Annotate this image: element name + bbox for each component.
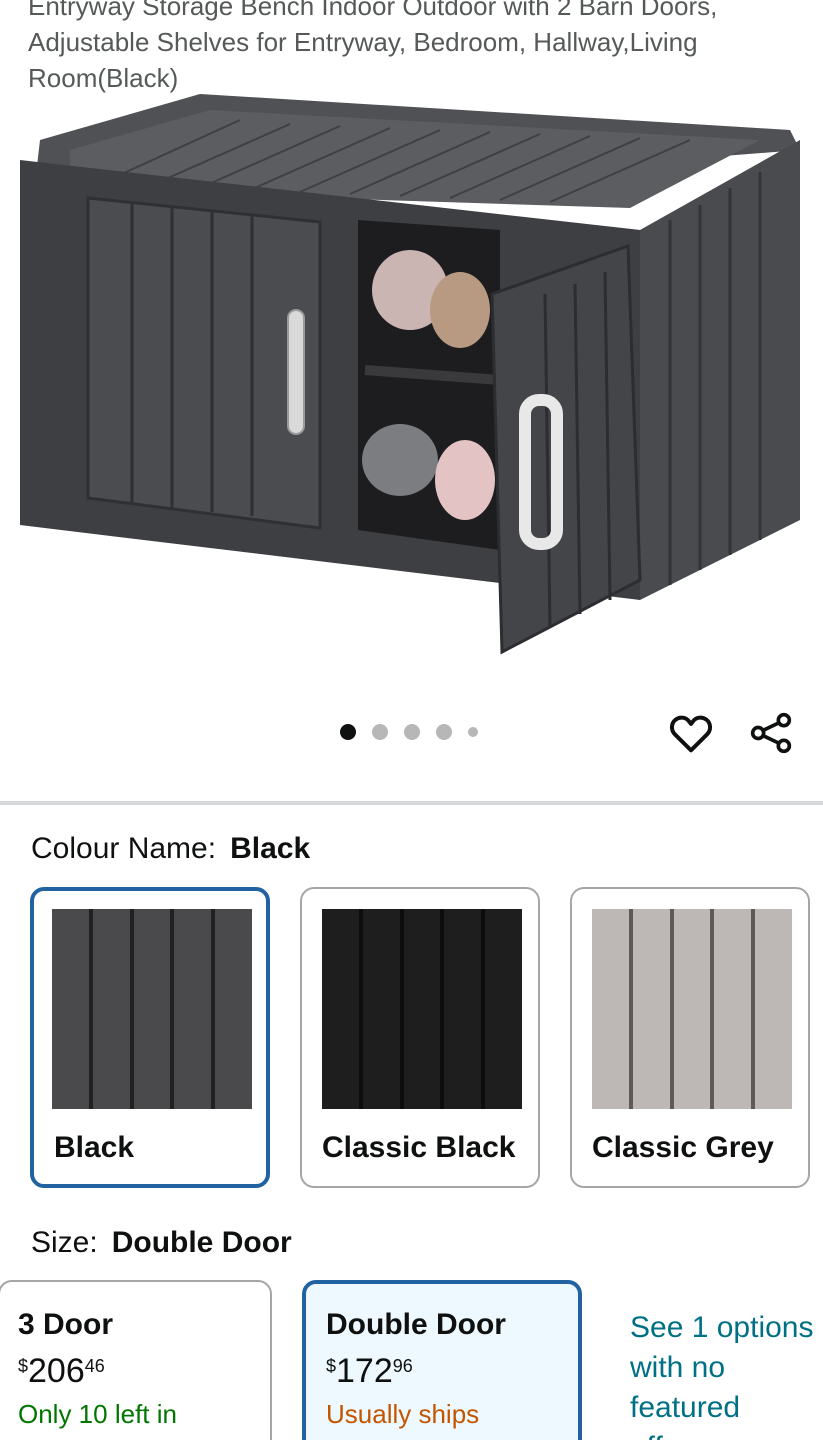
- carousel-dot[interactable]: [468, 727, 478, 737]
- price-symbol: $: [18, 1356, 29, 1376]
- size-option-price: $172 96: [326, 1352, 558, 1391]
- price-whole: 172: [336, 1352, 393, 1390]
- price-whole: 206: [28, 1352, 85, 1390]
- share-icon[interactable]: [744, 706, 798, 760]
- product-image[interactable]: [0, 80, 823, 680]
- image-carousel-indicator[interactable]: [340, 724, 478, 740]
- colour-label-text: Colour Name:: [31, 832, 217, 865]
- size-option-price: $206 46: [18, 1352, 256, 1391]
- swatch-label: Black: [54, 1131, 135, 1164]
- size-option-availability: Usually ships: [326, 1399, 480, 1429]
- size-label: Size: Double Door: [31, 1226, 292, 1260]
- colour-swatch-classic-grey[interactable]: Classic Grey: [570, 887, 810, 1188]
- size-option-name: Double Door: [326, 1308, 506, 1341]
- swatch-label: Classic Grey: [592, 1131, 774, 1164]
- swatch-label: Classic Black: [322, 1131, 516, 1164]
- swatch-image-classic-grey: [592, 909, 792, 1109]
- size-option-availability: Only 10 left in: [18, 1399, 177, 1429]
- carousel-dot-active[interactable]: [340, 724, 356, 740]
- price-fraction: 46: [84, 1356, 105, 1376]
- heart-icon[interactable]: [664, 706, 718, 760]
- size-selected-value: Double Door: [111, 1226, 292, 1259]
- price-symbol: $: [326, 1356, 337, 1376]
- swatch-image-black: [52, 909, 252, 1109]
- colour-selected-value: Black: [230, 832, 311, 865]
- carousel-dot[interactable]: [404, 724, 420, 740]
- price-fraction: 96: [392, 1356, 413, 1376]
- size-option-double-door[interactable]: Double Door $172 96 Usually ships: [302, 1280, 582, 1440]
- swatch-image-classic-black: [322, 909, 522, 1109]
- section-divider: [0, 801, 823, 805]
- carousel-dot[interactable]: [436, 724, 452, 740]
- colour-swatch-black[interactable]: Black: [30, 887, 270, 1188]
- colour-swatch-classic-black[interactable]: Classic Black: [300, 887, 540, 1188]
- size-label-text: Size:: [31, 1226, 98, 1259]
- colour-name-label: Colour Name: Black: [31, 832, 310, 866]
- size-option-name: 3 Door: [18, 1308, 114, 1341]
- size-option-3-door[interactable]: 3 Door $206 46 Only 10 left in: [0, 1280, 272, 1440]
- see-more-options-link[interactable]: See 1 options with no featured offers: [630, 1308, 820, 1440]
- carousel-dot[interactable]: [372, 724, 388, 740]
